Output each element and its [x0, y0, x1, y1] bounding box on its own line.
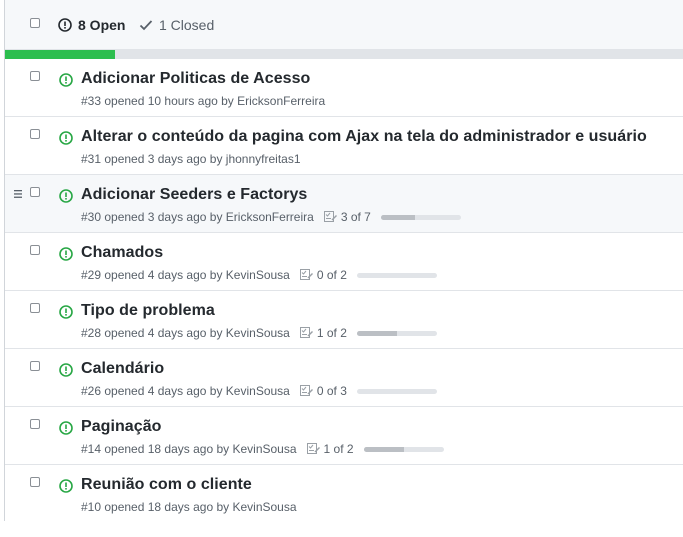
issue-opened-icon	[59, 131, 73, 145]
issue-meta: #29 opened 4 days ago by KevinSousa 0 of …	[81, 268, 437, 282]
closed-issues-tab[interactable]: 1 Closed	[139, 17, 214, 33]
issue-opened-icon	[59, 479, 73, 493]
issue-row[interactable]: Chamados #29 opened 4 days ago by KevinSo…	[5, 233, 683, 291]
issue-title-link[interactable]: Adicionar Politicas de Acesso	[81, 70, 310, 88]
task-progress-bar	[363, 446, 444, 452]
issue-meta-text: #28 opened 4 days ago by	[81, 326, 223, 340]
task-count-label: 1 of 2	[316, 326, 347, 340]
issue-author-link[interactable]: KevinSousa	[226, 268, 290, 282]
open-issues-tab[interactable]: 8 Open	[58, 17, 125, 33]
issue-opened-icon	[59, 363, 73, 377]
task-progress: 1 of 2	[306, 442, 444, 456]
issue-opened-icon	[59, 247, 73, 261]
issue-title-link[interactable]: Tipo de problema	[81, 302, 215, 320]
issue-row[interactable]: Tipo de problema #28 opened 4 days ago by…	[5, 291, 683, 349]
milestone-progress-fill	[5, 50, 116, 59]
issue-author-link[interactable]: KevinSousa	[226, 384, 290, 398]
issue-author-link[interactable]: KevinSousa	[232, 500, 296, 514]
issue-checkbox[interactable]	[30, 187, 40, 197]
task-progress-bar	[356, 330, 437, 336]
issue-author-link[interactable]: EricksonFerreira	[237, 94, 325, 108]
issue-opened-icon	[59, 421, 73, 435]
issue-opened-icon	[58, 18, 72, 32]
issue-row[interactable]: Adicionar Politicas de Acesso #33 opened …	[5, 59, 683, 117]
task-count-label: 0 of 2	[316, 268, 347, 282]
drag-handle-icon[interactable]	[14, 190, 22, 198]
issue-meta-text: #30 opened 3 days ago by	[81, 210, 223, 224]
task-count-label: 0 of 3	[316, 384, 347, 398]
issue-row[interactable]: Reunião com o cliente #10 opened 18 days …	[5, 465, 683, 522]
checklist-icon	[306, 443, 320, 455]
task-progress-bar	[356, 388, 437, 394]
issue-title-link[interactable]: Paginação	[81, 418, 161, 436]
issue-checkbox[interactable]	[30, 419, 40, 429]
issue-title-link[interactable]: Adicionar Seeders e Factorys	[81, 186, 307, 204]
issue-checkbox[interactable]	[30, 71, 40, 81]
checklist-icon	[299, 385, 313, 397]
issue-meta: #33 opened 10 hours ago by EricksonFerre…	[81, 94, 325, 108]
checklist-icon	[299, 327, 313, 339]
task-progress-bar	[356, 272, 437, 278]
issue-row[interactable]: Paginação #14 opened 18 days ago by Kevin…	[5, 407, 683, 465]
issue-opened-icon	[59, 305, 73, 319]
checklist-icon	[323, 211, 337, 223]
issue-meta: #10 opened 18 days ago by KevinSousa	[81, 500, 297, 514]
select-all-checkbox[interactable]	[30, 18, 40, 28]
issue-meta-text: #26 opened 4 days ago by	[81, 384, 223, 398]
issue-meta: #31 opened 3 days ago by jhonnyfreitas1	[81, 152, 301, 166]
issue-meta: #14 opened 18 days ago by KevinSousa 1 of…	[81, 442, 444, 456]
issue-author-link[interactable]: KevinSousa	[226, 326, 290, 340]
issue-row[interactable]: Adicionar Seeders e Factorys #30 opened 3…	[5, 175, 683, 233]
checklist-icon	[299, 269, 313, 281]
milestone-progress-bar	[5, 50, 683, 59]
issue-checkbox[interactable]	[30, 245, 40, 255]
task-progress: 3 of 7	[323, 210, 461, 224]
task-progress-fill	[380, 214, 416, 220]
issue-title-link[interactable]: Chamados	[81, 244, 163, 262]
issue-meta-text: #14 opened 18 days ago by	[81, 442, 230, 456]
issue-opened-icon	[59, 73, 73, 87]
task-progress: 0 of 2	[299, 268, 437, 282]
open-count-label: 8 Open	[78, 17, 126, 33]
issue-meta: #28 opened 4 days ago by KevinSousa 1 of …	[81, 326, 437, 340]
closed-count-label: 1 Closed	[159, 17, 215, 33]
task-progress: 0 of 3	[299, 384, 437, 398]
issue-meta-text: #29 opened 4 days ago by	[81, 268, 223, 282]
issue-row[interactable]: Calendário #26 opened 4 days ago by Kevin…	[5, 349, 683, 407]
issue-list: Adicionar Politicas de Acesso #33 opened …	[5, 59, 683, 522]
task-count-label: 1 of 2	[323, 442, 354, 456]
issue-author-link[interactable]: jhonnyfreitas1	[226, 152, 301, 166]
issues-header: 8 Open 1 Closed	[5, 0, 683, 50]
issue-row[interactable]: Alterar o conteúdo da pagina com Ajax na…	[5, 117, 683, 175]
issue-author-link[interactable]: EricksonFerreira	[226, 210, 314, 224]
task-progress-fill	[356, 330, 397, 336]
issue-title-link[interactable]: Alterar o conteúdo da pagina com Ajax na…	[81, 128, 647, 146]
issue-meta: #30 opened 3 days ago by EricksonFerreir…	[81, 210, 461, 224]
task-progress-fill	[363, 446, 404, 452]
issue-meta: #26 opened 4 days ago by KevinSousa 0 of …	[81, 384, 437, 398]
issue-meta-text: #31 opened 3 days ago by	[81, 152, 223, 166]
issue-title-link[interactable]: Calendário	[81, 360, 164, 378]
issue-checkbox[interactable]	[30, 477, 40, 487]
issue-author-link[interactable]: KevinSousa	[232, 442, 296, 456]
issue-checkbox[interactable]	[30, 129, 40, 139]
issue-title-link[interactable]: Reunião com o cliente	[81, 476, 252, 494]
check-icon	[139, 19, 153, 31]
task-count-label: 3 of 7	[340, 210, 371, 224]
issue-checkbox[interactable]	[30, 303, 40, 313]
task-progress: 1 of 2	[299, 326, 437, 340]
issue-opened-icon	[59, 189, 73, 203]
issue-meta-text: #10 opened 18 days ago by	[81, 500, 230, 514]
issue-meta-text: #33 opened 10 hours ago by	[81, 94, 234, 108]
issue-checkbox[interactable]	[30, 361, 40, 371]
task-progress-bar	[380, 214, 461, 220]
issues-box: 8 Open 1 Closed Adicionar Politicas de A…	[4, 0, 683, 522]
